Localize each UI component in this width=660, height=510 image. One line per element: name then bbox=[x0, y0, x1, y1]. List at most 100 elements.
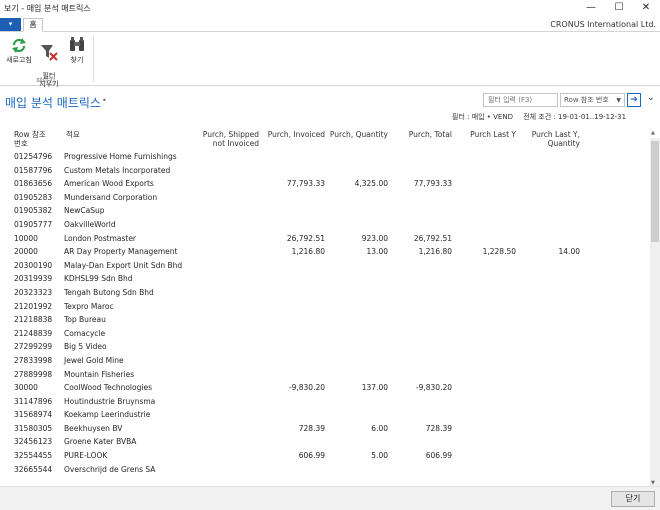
filter-field-select[interactable]: Row 참조 번호 ▼ bbox=[560, 93, 625, 107]
ribbon-group-separator bbox=[93, 36, 94, 82]
row-description: Houtindustrie Bruynsma bbox=[64, 396, 156, 406]
minimize-button[interactable]: — bbox=[577, 0, 605, 17]
collapse-chevron-icon[interactable]: ⌄ bbox=[647, 93, 655, 103]
row-description: Groene Kater BVBA bbox=[64, 437, 137, 447]
row-ref-no: 20319939 bbox=[14, 274, 53, 284]
table-row[interactable]: 27889998 Mountain Fisheries bbox=[0, 368, 650, 382]
window-title: 보기 - 매입 분석 매트릭스 bbox=[4, 4, 91, 13]
row-description: Koekamp Leerindustrie bbox=[64, 410, 151, 420]
cell-invoiced: 728.39 bbox=[298, 423, 325, 433]
table-row[interactable]: 01587796 Custom Metals Incorporated bbox=[0, 164, 650, 178]
close-button[interactable]: 닫기 bbox=[611, 491, 655, 507]
row-description: Tengah Butong Sdn Bhd bbox=[64, 287, 154, 297]
table-row[interactable]: 20319939 KDHSL99 Sdn Bhd bbox=[0, 272, 650, 286]
vertical-scrollbar[interactable] bbox=[650, 138, 660, 486]
row-description: PURE-LOOK bbox=[64, 451, 108, 461]
table-row[interactable]: 21248839 Comacycle bbox=[0, 327, 650, 341]
col-header-shipped-not-invoiced[interactable]: Purch, Shipped not Invoiced bbox=[203, 130, 259, 148]
col-header-total[interactable]: Purch, Total bbox=[409, 130, 452, 139]
row-description: American Wood Exports bbox=[64, 179, 154, 189]
row-ref-no: 30000 bbox=[14, 383, 38, 393]
table-row[interactable]: 27299299 Big 5 Video bbox=[0, 340, 650, 354]
cell-total: 77,793.33 bbox=[413, 179, 452, 189]
scroll-thumb[interactable] bbox=[651, 141, 659, 242]
table-row[interactable]: 20323323 Tengah Butong Sdn Bhd bbox=[0, 286, 650, 300]
row-description: OakvilleWorld bbox=[64, 219, 116, 229]
grid-header: Row 참조 번호 적요 Purch, Shipped not Invoiced… bbox=[0, 128, 650, 150]
filter-input[interactable] bbox=[483, 93, 558, 107]
row-description: London Postmaster bbox=[64, 233, 137, 243]
row-ref-no: 27889998 bbox=[14, 369, 53, 379]
row-ref-no: 20300190 bbox=[14, 260, 53, 270]
table-row[interactable]: 01905777 OakvilleWorld bbox=[0, 218, 650, 232]
scroll-up-icon[interactable]: ▲ bbox=[651, 130, 655, 136]
row-description: Mundersand Corporation bbox=[64, 192, 158, 202]
table-row[interactable]: 32665544 Overschrijd de Grens SA bbox=[0, 463, 650, 477]
row-description: Mountain Fisheries bbox=[64, 369, 135, 379]
refresh-button[interactable]: 새로고침 bbox=[5, 36, 33, 64]
filter-field-value: Row 참조 번호 bbox=[564, 96, 609, 104]
row-ref-no: 31147896 bbox=[14, 396, 53, 406]
row-description: NewCaSup bbox=[64, 206, 105, 216]
row-description: Jewel Gold Mine bbox=[64, 355, 124, 365]
cell-invoiced: 606.99 bbox=[298, 451, 325, 461]
table-row[interactable]: 01905382 NewCaSup bbox=[0, 204, 650, 218]
table-row[interactable]: 20300190 Malay-Dan Export Unit Sdn Bhd bbox=[0, 259, 650, 273]
cell-quantity: 5.00 bbox=[371, 451, 388, 461]
maximize-button[interactable]: ☐ bbox=[605, 0, 633, 17]
row-description: KDHSL99 Sdn Bhd bbox=[64, 274, 133, 284]
row-ref-no: 01905283 bbox=[14, 192, 53, 202]
title-menu-dot[interactable]: • bbox=[102, 96, 107, 105]
table-row[interactable]: 32554455 PURE-LOOK 606.99 5.00 606.99 bbox=[0, 449, 650, 463]
table-row[interactable]: 31568974 Koekamp Leerindustrie bbox=[0, 408, 650, 422]
cell-total: -9,830.20 bbox=[415, 383, 452, 393]
table-row[interactable]: 27833998 Jewel Gold Mine bbox=[0, 354, 650, 368]
col-header-last-year-quantity[interactable]: Purch Last Y, Quantity bbox=[532, 130, 580, 148]
row-ref-no: 31580305 bbox=[14, 423, 53, 433]
row-description: Top Bureau bbox=[64, 315, 106, 325]
app-menu-button[interactable]: ▾ bbox=[0, 18, 21, 31]
find-button[interactable]: 찾기 bbox=[65, 36, 89, 64]
ribbon: 새로고침 필터 지우기 찾기 페이지 bbox=[0, 31, 660, 88]
page-title: 매입 분석 매트릭스 bbox=[5, 96, 101, 110]
refresh-icon bbox=[12, 38, 26, 53]
row-description: CoolWood Technologies bbox=[64, 383, 152, 393]
row-ref-no: 21201992 bbox=[14, 301, 53, 311]
row-ref-no: 20323323 bbox=[14, 287, 53, 297]
table-row[interactable]: 31580305 Beekhuysen BV 728.39 6.00 728.39 bbox=[0, 422, 650, 436]
col-header-no[interactable]: Row 참조 번호 bbox=[14, 130, 46, 148]
row-description: AR Day Property Management bbox=[64, 247, 178, 257]
apply-filter-button[interactable]: ➔ bbox=[627, 93, 641, 107]
cell-total: 606.99 bbox=[425, 451, 452, 461]
matrix-grid: Row 참조 번호 적요 Purch, Shipped not Invoiced… bbox=[0, 128, 650, 486]
table-row[interactable]: 21218838 Top Bureau bbox=[0, 313, 650, 327]
grid-body: 01254796 Progressive Home Furnishings 0158… bbox=[0, 150, 650, 476]
table-row[interactable]: 10000 London Postmaster 26,792.51 923.00 26,… bbox=[0, 232, 650, 246]
col-header-last-year[interactable]: Purch Last Y bbox=[470, 130, 516, 139]
table-row[interactable]: 32456123 Groene Kater BVBA bbox=[0, 435, 650, 449]
col-header-name[interactable]: 적요 bbox=[66, 130, 80, 139]
row-ref-no: 01863656 bbox=[14, 179, 53, 189]
cell-last-year: 1,228.50 bbox=[482, 247, 516, 257]
row-description: Malay-Dan Export Unit Sdn Bhd bbox=[64, 260, 183, 270]
table-row[interactable]: 01905283 Mundersand Corporation bbox=[0, 191, 650, 205]
total-condition: 전체 조건 : 19-01-01..19-12-31 bbox=[523, 113, 627, 121]
table-row[interactable]: 21201992 Texpro Maroc bbox=[0, 300, 650, 314]
row-ref-no: 27833998 bbox=[14, 355, 53, 365]
col-header-quantity[interactable]: Purch, Quantity bbox=[330, 130, 388, 139]
cell-total: 1,216.80 bbox=[418, 247, 452, 257]
arrow-right-icon: ➔ bbox=[630, 95, 638, 105]
clear-filter-icon bbox=[41, 45, 58, 61]
row-ref-no: 01905777 bbox=[14, 219, 53, 229]
row-ref-no: 32456123 bbox=[14, 437, 53, 447]
table-row[interactable]: 01863656 American Wood Exports 77,793.33 4,… bbox=[0, 177, 650, 191]
tab-home[interactable]: 홈 bbox=[23, 18, 43, 32]
title-bar: 보기 - 매입 분석 매트릭스 — ☐ ✕ bbox=[0, 0, 660, 17]
table-row[interactable]: 01254796 Progressive Home Furnishings bbox=[0, 150, 650, 164]
bottom-bar bbox=[0, 486, 660, 510]
close-window-button[interactable]: ✕ bbox=[632, 0, 660, 17]
table-row[interactable]: 30000 CoolWood Technologies -9,830.20 137.0… bbox=[0, 381, 650, 395]
table-row[interactable]: 20000 AR Day Property Management 1,216.80 1… bbox=[0, 245, 650, 259]
table-row[interactable]: 31147896 Houtindustrie Bruynsma bbox=[0, 395, 650, 409]
col-header-invoiced[interactable]: Purch, Invoiced bbox=[268, 130, 325, 139]
